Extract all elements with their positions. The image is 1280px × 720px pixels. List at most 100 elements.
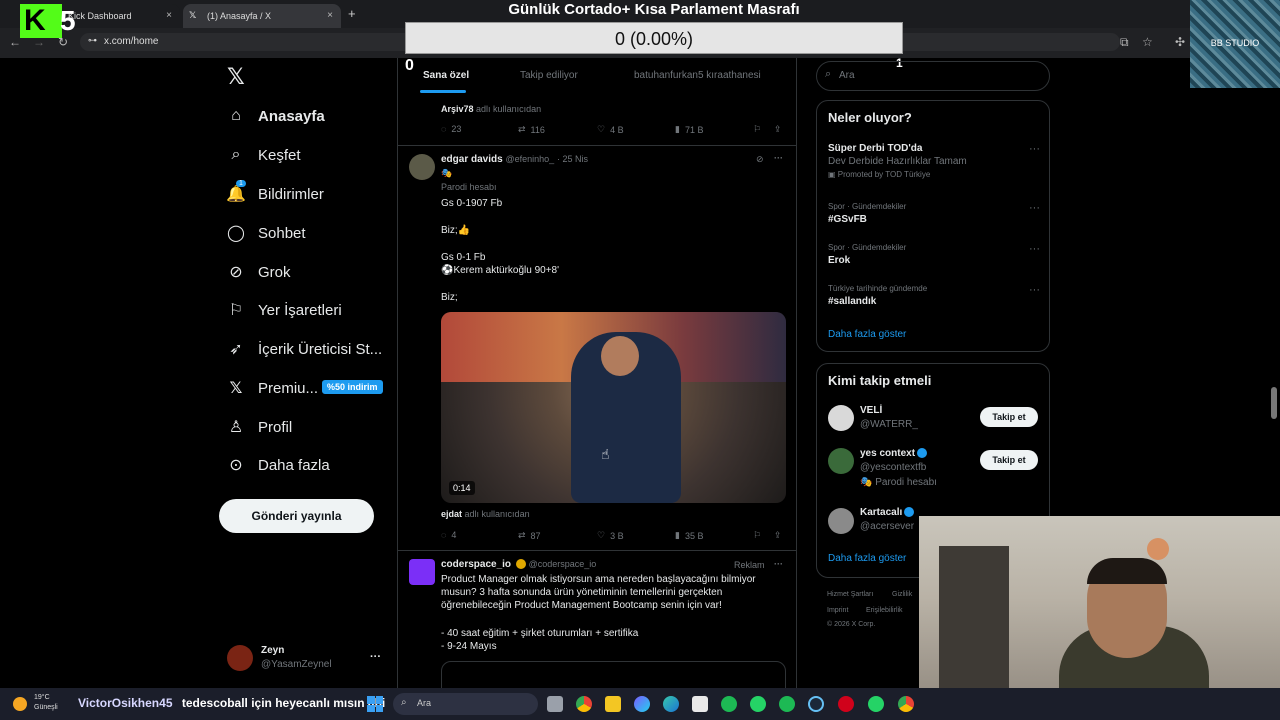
site-info-icon[interactable]: ⊶ [88, 35, 97, 46]
more-icon[interactable]: ··· [1029, 143, 1040, 155]
sidebar-item-profile[interactable]: ♙ Profil [226, 415, 292, 439]
more-icon[interactable]: ··· [774, 153, 783, 163]
follow-name[interactable]: yes context [860, 448, 928, 459]
mouse-cursor-icon: ☝ [601, 446, 610, 462]
repost-button[interactable]: ⇄ 116 [518, 124, 545, 135]
trend-title: #GSvFB [828, 214, 867, 225]
trends-panel: Neler oluyor? Süper Derbi TOD'da Dev Der… [816, 100, 1050, 352]
steam-icon[interactable] [808, 696, 824, 712]
footer-link[interactable]: Erişilebilirlik [866, 607, 903, 614]
whatsapp-icon[interactable] [750, 696, 766, 712]
edge-icon[interactable] [663, 696, 679, 712]
spotify-icon[interactable] [721, 696, 737, 712]
share-icon[interactable]: ⇪ [774, 530, 782, 541]
weather-icon[interactable] [13, 697, 27, 711]
post-date[interactable]: · 25 Nis [557, 154, 588, 164]
follow-button[interactable]: Takip et [980, 407, 1038, 427]
install-icon[interactable]: ⧉ [1120, 35, 1129, 50]
media-app-icon[interactable] [838, 696, 854, 712]
x-logo-icon[interactable]: 𝕏 [227, 64, 245, 90]
scrollbar-thumb[interactable] [1271, 387, 1277, 419]
trend-item[interactable]: Spor · Gündemdekiler #GSvFB ··· [828, 202, 1040, 225]
store-icon[interactable] [692, 696, 708, 712]
like-button[interactable]: ♡ 4 B [597, 124, 624, 135]
trend-item[interactable]: Süper Derbi TOD'da Dev Derbide Hazırlıkl… [828, 143, 1040, 179]
bookmark-star-icon[interactable]: ☆ [1142, 35, 1153, 49]
tab-following[interactable]: Takip ediliyor [520, 70, 578, 81]
author-handle[interactable]: @efeninho_ [505, 154, 554, 164]
repost-button[interactable]: ⇄ 87 [518, 530, 541, 541]
views-button[interactable]: ▮ 35 B [675, 530, 703, 541]
sidebar-item-label: Daha fazla [258, 456, 330, 474]
author-handle[interactable]: @coderspace_io [529, 559, 597, 569]
views-button[interactable]: ▮ 71 B [675, 124, 703, 135]
weather-widget[interactable]: 19°C Güneşli [34, 693, 58, 713]
avatar[interactable] [828, 448, 854, 474]
footer-link[interactable]: Hizmet Şartları [827, 591, 873, 598]
more-icon[interactable]: ··· [1029, 202, 1040, 214]
tab-community[interactable]: batuhanfurkan5 kıraathanesi [634, 70, 761, 81]
sidebar-item-home[interactable]: ⌂ Anasayfa [226, 104, 325, 128]
spotify-icon[interactable] [779, 696, 795, 712]
footer-link[interactable]: Imprint [827, 607, 848, 614]
tab-close-button[interactable]: × [327, 10, 333, 21]
avatar[interactable] [828, 508, 854, 534]
trend-item[interactable]: Türkiye tarihinde gündemde #sallandık ··… [828, 284, 1040, 307]
tab-close-button[interactable]: × [166, 10, 172, 21]
tab-for-you[interactable]: Sana özel [423, 70, 469, 81]
trends-show-more-link[interactable]: Daha fazla göster [828, 329, 906, 340]
reply-button[interactable]: ◌ 23 [441, 124, 461, 134]
new-tab-button[interactable]: + [348, 6, 356, 21]
bookmark-icon[interactable]: ⚐ [753, 530, 761, 541]
search-input[interactable]: ⌕ Ara [816, 61, 1050, 91]
sidebar-item-chat[interactable]: ◯ Sohbet [226, 221, 306, 245]
post-button[interactable]: Gönderi yayınla [219, 499, 374, 533]
like-button[interactable]: ♡ 3 B [597, 530, 624, 541]
author-name[interactable]: coderspace_io [441, 559, 511, 570]
more-icon[interactable]: ··· [1029, 243, 1040, 255]
more-icon[interactable]: ··· [1029, 284, 1040, 296]
reply-button[interactable]: ◌ 4 [441, 530, 456, 540]
tab-x-home[interactable]: 𝕏 (1) Anasayfa / X × [183, 4, 341, 28]
sidebar-item-premium[interactable]: 𝕏 Premiu... [226, 376, 318, 400]
follow-name[interactable]: VELİ [860, 405, 882, 416]
chrome-icon[interactable] [576, 696, 592, 712]
sidebar-item-notifications[interactable]: 🔔 1 Bildirimler [226, 180, 324, 206]
more-icon[interactable]: ··· [774, 559, 783, 569]
sidebar-item-grok[interactable]: ⊘ Grok [226, 260, 290, 284]
avatar[interactable] [828, 405, 854, 431]
home-icon: ⌂ [231, 107, 241, 124]
task-view-icon[interactable] [547, 696, 563, 712]
grok-icon: ⊘ [229, 264, 243, 281]
copilot-icon[interactable] [634, 696, 650, 712]
avatar[interactable] [409, 559, 435, 585]
account-more-icon[interactable]: ··· [370, 651, 381, 663]
ad-bullet: - 9-24 Mayıs [441, 641, 497, 652]
chrome-icon[interactable] [898, 696, 914, 712]
avatar[interactable] [409, 154, 435, 180]
grok-icon[interactable]: ⊘ [756, 154, 764, 165]
follow-name[interactable]: Kartacalı [860, 507, 915, 518]
trends-title: Neler oluyor? [828, 110, 912, 125]
follow-button[interactable]: Takip et [980, 450, 1038, 470]
file-explorer-icon[interactable] [605, 696, 621, 712]
reply-icon: ◌ [441, 530, 447, 540]
sidebar-item-creator-studio[interactable]: ➶ İçerik Üreticisi St... [226, 337, 382, 361]
share-icon[interactable]: ⇪ [774, 124, 782, 135]
sidebar-item-more[interactable]: ⊙ Daha fazla [226, 453, 330, 477]
follow-show-more-link[interactable]: Daha fazla göster [828, 553, 906, 564]
follow-handle: @WATERR_ [860, 419, 918, 430]
sidebar-item-explore[interactable]: ⌕ Keşfet [226, 143, 301, 167]
post-video[interactable]: 0:14 [441, 312, 786, 503]
trend-item[interactable]: Spor · Gündemdekiler Erok ··· [828, 243, 1040, 266]
source-author[interactable]: ejdat [441, 509, 462, 519]
footer-link[interactable]: Gizlilik [892, 591, 912, 598]
taskbar-search[interactable]: ⌕ Ara [393, 693, 538, 715]
sidebar-item-bookmarks[interactable]: ⚐ Yer İşaretleri [226, 298, 342, 322]
bookmark-icon[interactable]: ⚐ [753, 124, 761, 135]
whatsapp-icon[interactable] [868, 696, 884, 712]
windows-start-icon[interactable] [367, 696, 383, 712]
extensions-icon[interactable]: ✣ [1175, 35, 1185, 49]
ad-text: Product Manager olmak istiyorsun ama ner… [441, 574, 756, 611]
author-name[interactable]: edgar davids [441, 154, 503, 165]
